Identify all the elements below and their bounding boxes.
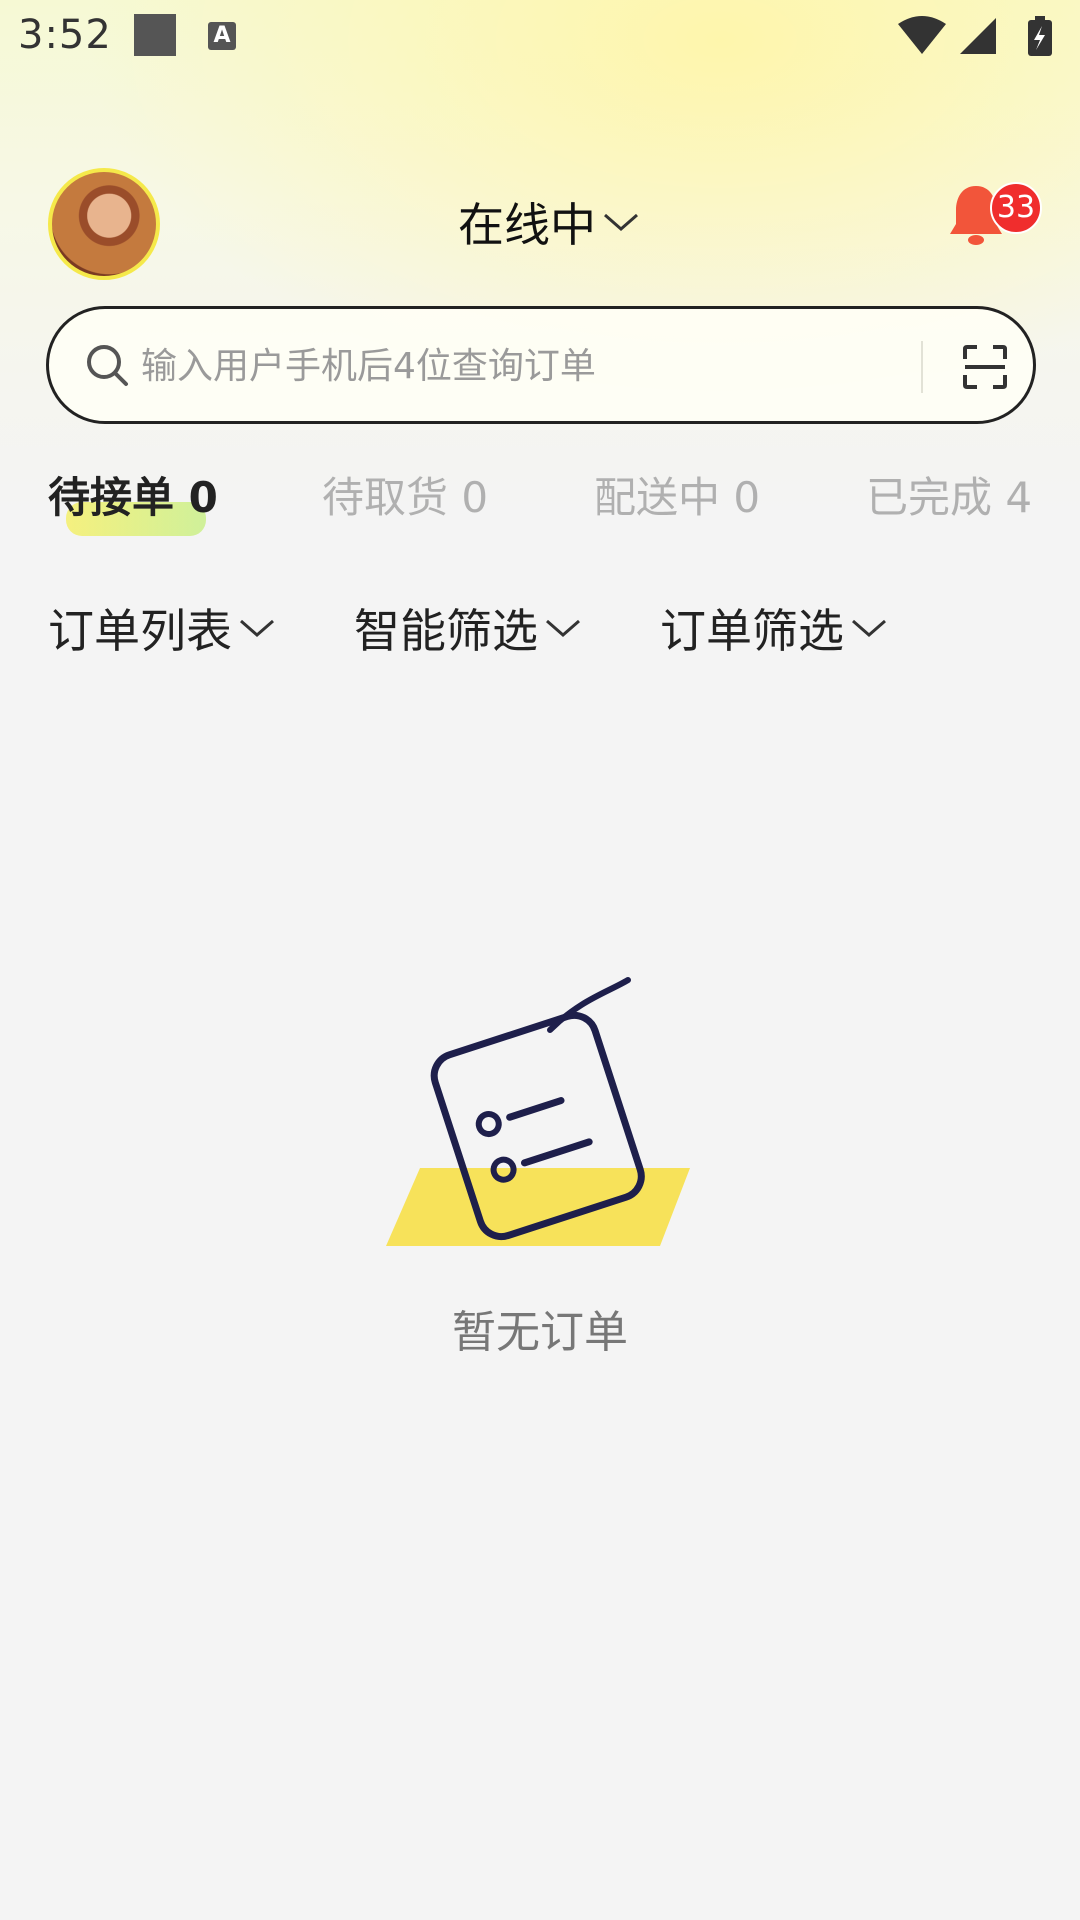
order-list-dropdown[interactable]: 订单列表 xyxy=(48,596,276,660)
filter-label: 订单列表 xyxy=(48,604,232,658)
smart-filter-dropdown[interactable]: 智能筛选 xyxy=(354,596,582,660)
search-icon xyxy=(87,345,128,386)
status-time: 3:52 xyxy=(18,12,112,58)
chevron-down-icon xyxy=(240,619,274,637)
filter-label: 订单筛选 xyxy=(660,604,844,658)
notification-badge: 33 xyxy=(990,182,1042,234)
scan-icon[interactable] xyxy=(961,343,1009,391)
chevron-down-icon xyxy=(546,619,580,637)
signal-icon xyxy=(960,18,996,54)
online-status-label: 在线中 xyxy=(458,198,596,252)
tab-completed[interactable]: 已完成 4 xyxy=(866,464,1032,524)
tab-pending-accept[interactable]: 待接单 0 xyxy=(48,464,218,524)
search-divider xyxy=(921,341,923,393)
app-notification-icon xyxy=(134,14,176,56)
wifi-icon xyxy=(898,16,946,54)
online-status-dropdown[interactable]: 在线中 xyxy=(458,192,640,252)
order-filter-dropdown[interactable]: 订单筛选 xyxy=(660,596,888,660)
chevron-down-icon xyxy=(852,619,886,637)
keyboard-notification-icon: A xyxy=(208,22,236,50)
avatar[interactable] xyxy=(48,168,160,280)
search-bar[interactable] xyxy=(46,306,1036,424)
empty-orders-illustration xyxy=(386,977,690,1246)
screen: 3:52 A 在线中 33 输入用户手机后4位查询订单 待接单 0 待取货 0 … xyxy=(0,0,1080,1920)
status-bar: 3:52 A xyxy=(0,0,1080,72)
order-status-tabs: 待接单 0 待取货 0 配送中 0 已完成 4 xyxy=(0,464,1080,544)
filter-label: 智能筛选 xyxy=(354,604,538,658)
chevron-down-icon xyxy=(604,213,638,231)
empty-state-message: 暂无订单 xyxy=(452,1307,628,1358)
tab-pending-pickup[interactable]: 待取货 0 xyxy=(322,464,488,524)
battery-icon xyxy=(1028,16,1052,56)
filter-bar: 订单列表 智能筛选 订单筛选 xyxy=(0,596,1080,666)
search-input[interactable] xyxy=(139,331,903,401)
tab-delivering[interactable]: 配送中 0 xyxy=(594,464,760,524)
status-icons xyxy=(898,16,1052,56)
